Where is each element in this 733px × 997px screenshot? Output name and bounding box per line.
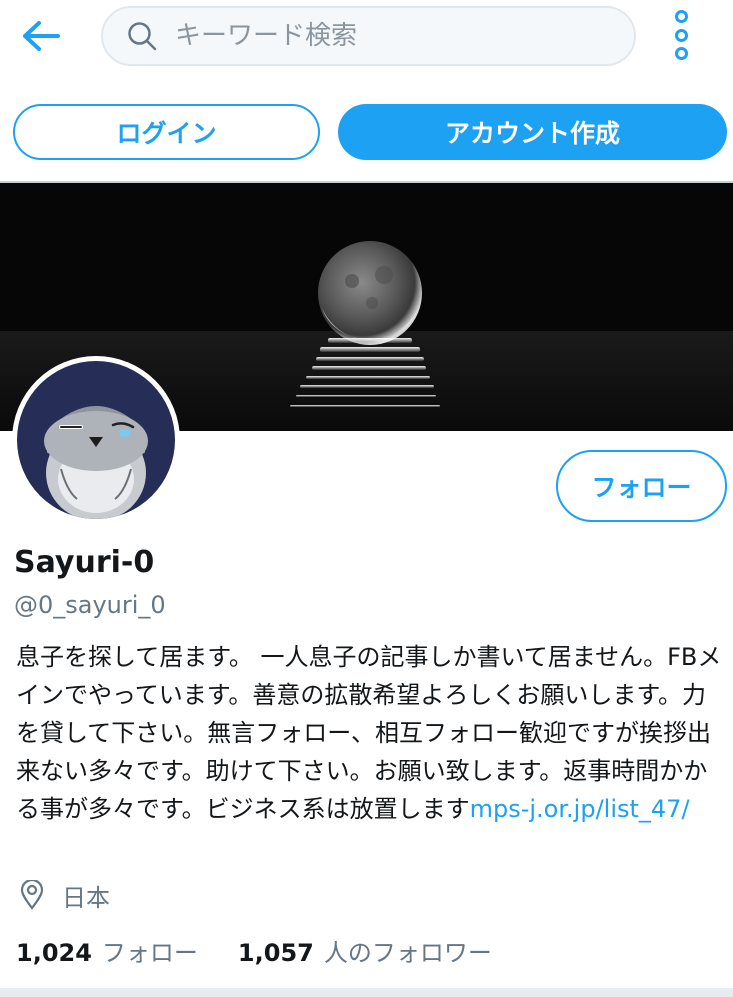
auth-buttons: ログイン アカウント作成: [0, 104, 733, 160]
following-label: フォロー: [101, 938, 198, 967]
follow-button[interactable]: フォロー: [556, 450, 727, 522]
arrow-left-icon: [23, 21, 60, 51]
followers-label: 人のフォロワー: [323, 938, 492, 967]
bottom-divider: [0, 988, 733, 997]
profile-location: 日本: [20, 877, 110, 913]
bio-link[interactable]: mps-j.or.jp/list_47/: [470, 795, 690, 823]
search-icon: [125, 19, 159, 53]
more-vertical-icon: [674, 10, 688, 23]
search-input[interactable]: [175, 21, 575, 51]
penguin-avatar-icon: [44, 406, 148, 519]
followers-count: 1,057: [237, 938, 314, 967]
top-bar: [0, 0, 733, 80]
location-pin-icon: [20, 879, 46, 911]
followers-stat[interactable]: 1,057 人のフォロワー: [238, 933, 492, 968]
location-text: 日本: [62, 883, 110, 912]
avatar[interactable]: [12, 356, 180, 524]
back-button[interactable]: [18, 16, 64, 56]
profile-handle: @0_sayuri_0: [14, 591, 166, 619]
avatar-image: [17, 361, 175, 519]
more-options-button[interactable]: [664, 10, 698, 60]
search-bar[interactable]: [101, 6, 636, 66]
login-button[interactable]: ログイン: [13, 104, 320, 160]
following-count: 1,024: [16, 938, 92, 967]
profile-bio: 息子を探して居ます。 一人息子の記事しか書いて居ません。FBメインでやっています…: [16, 638, 722, 828]
create-account-button[interactable]: アカウント作成: [338, 104, 727, 160]
following-stat[interactable]: 1,024 フォロー: [16, 933, 198, 968]
profile-name: Sayuri-0: [14, 545, 155, 580]
profile-stats: 1,024 フォロー 1,057 人のフォロワー: [16, 930, 492, 970]
